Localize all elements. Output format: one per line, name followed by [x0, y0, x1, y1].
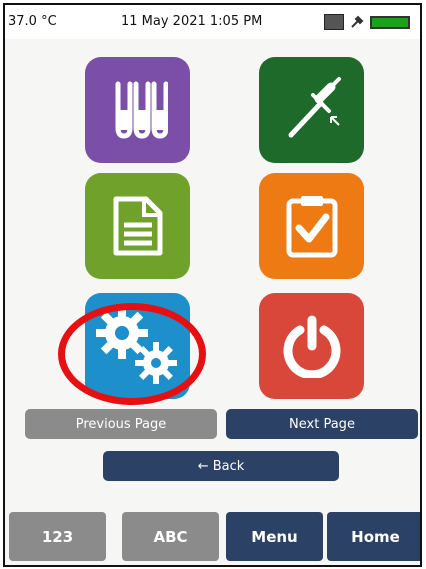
- menu-button[interactable]: Menu: [226, 512, 323, 561]
- alpha-keypad-button[interactable]: ABC: [122, 512, 219, 561]
- tile-reports[interactable]: [85, 173, 190, 279]
- power-icon: [283, 315, 340, 378]
- test-tubes-icon: [115, 81, 168, 139]
- tile-sample-tubes[interactable]: [85, 57, 190, 163]
- plug-icon: [351, 15, 364, 28]
- tile-checklist[interactable]: [259, 173, 364, 279]
- tile-pipette[interactable]: [259, 57, 364, 163]
- home-button[interactable]: Home: [327, 512, 420, 561]
- clipboard-check-icon: [286, 196, 337, 258]
- document-icon: [113, 196, 162, 256]
- next-page-button[interactable]: Next Page: [226, 409, 418, 439]
- numeric-keypad-button[interactable]: 123: [9, 512, 106, 561]
- tile-power[interactable]: [259, 293, 364, 399]
- previous-page-button[interactable]: Previous Page: [25, 409, 217, 439]
- usb-icon: [324, 14, 344, 30]
- battery-icon: [370, 15, 410, 29]
- tile-settings[interactable]: [85, 293, 190, 399]
- status-bar: 37.0 °C 11 May 2021 1:05 PM: [5, 5, 420, 39]
- temperature-readout: 37.0 °C: [8, 14, 57, 29]
- device-screen: 37.0 °C 11 May 2021 1:05 PM Previous Pag…: [3, 3, 422, 567]
- status-icons: [324, 14, 410, 30]
- gears-icon: [95, 307, 177, 384]
- pipette-icon: [288, 77, 341, 138]
- back-button[interactable]: ← Back: [103, 451, 339, 481]
- datetime-readout: 11 May 2021 1:05 PM: [121, 14, 263, 29]
